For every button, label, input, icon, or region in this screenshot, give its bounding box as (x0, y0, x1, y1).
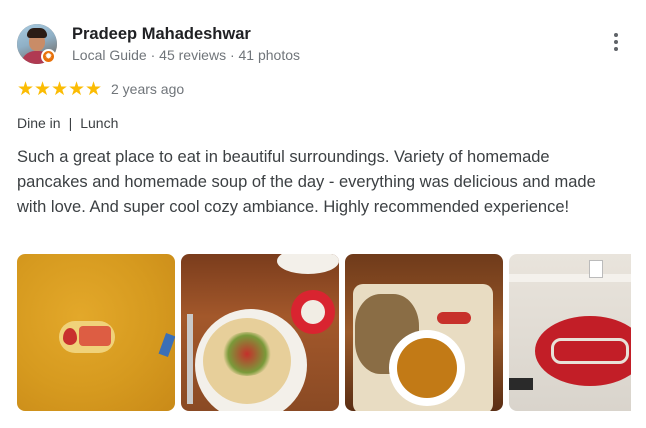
photo-price-tag (589, 260, 603, 278)
photo-strawberry (63, 328, 77, 345)
photo-toppings (221, 332, 273, 376)
photo-dark-object (509, 378, 533, 390)
photo-shelf (509, 274, 631, 282)
star-icon: ★ (85, 78, 103, 100)
more-options-icon[interactable] (606, 33, 626, 59)
reviewer-meta: Local Guide · 45 reviews · 41 photos (72, 47, 301, 63)
review-photo-wall-sign[interactable] (17, 254, 175, 411)
photo-blue-object (158, 332, 175, 358)
review-text: Such a great place to eat in beautiful s… (17, 148, 596, 216)
review-photo-pancake[interactable] (181, 254, 339, 411)
local-guide-badge-icon: ✹ (41, 49, 56, 64)
star-icon: ★ (17, 78, 35, 100)
tag-separator: | (68, 115, 73, 131)
star-rating: ★ ★ ★ ★ ★ (17, 79, 102, 99)
photo-label (437, 312, 471, 324)
avatar-hair (27, 28, 47, 38)
photo-fork (187, 314, 193, 404)
photo-side-bowl (277, 254, 339, 274)
photo-soup (397, 338, 457, 398)
star-icon: ★ (51, 78, 69, 100)
review-tags: Dine in | Lunch (17, 115, 118, 131)
review-photo-trivet[interactable] (509, 254, 631, 411)
photo-coffee-cup (291, 290, 335, 334)
photo-trivet (535, 316, 631, 386)
tag-dine-in: Dine in (17, 115, 61, 131)
reviewer-name[interactable]: Pradeep Mahadeshwar (72, 25, 251, 44)
star-icon: ★ (68, 78, 86, 100)
photo-sign-lettering (79, 326, 111, 346)
review-date: 2 years ago (111, 81, 185, 97)
review-photo-soup[interactable] (345, 254, 503, 411)
tag-lunch: Lunch (80, 115, 119, 131)
star-icon: ★ (34, 78, 52, 100)
